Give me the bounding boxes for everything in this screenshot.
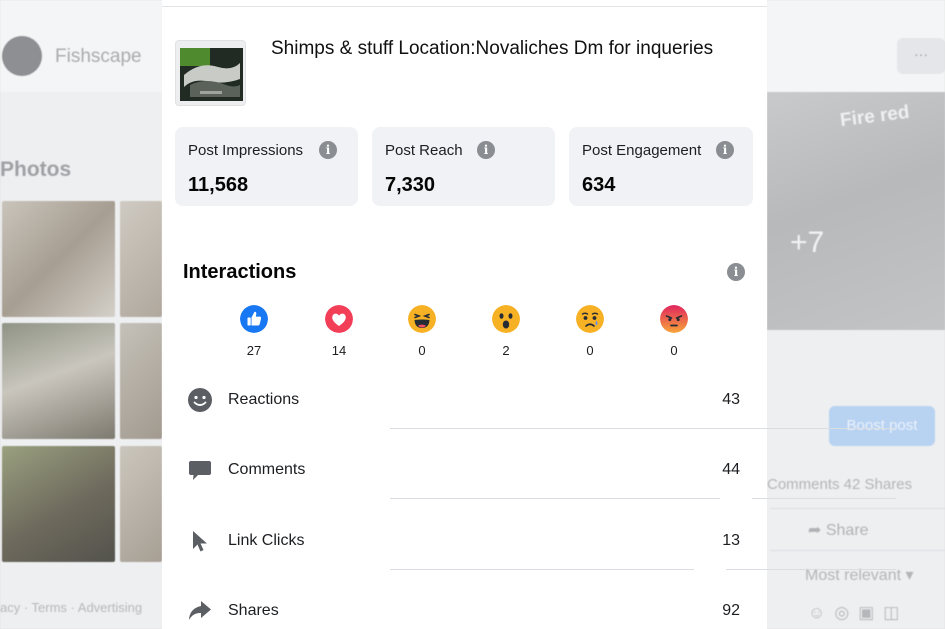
wow-icon <box>492 305 520 333</box>
reaction-haha: 0 <box>392 305 452 358</box>
stat-row-shares: Shares 92 <box>187 593 747 629</box>
stat-value: 43 <box>722 391 740 408</box>
cursor-icon <box>193 531 207 552</box>
angry-icon <box>660 305 688 333</box>
footer-links[interactable]: acy · Terms · Advertising <box>0 600 142 615</box>
gif-icon[interactable]: ▣ <box>858 603 883 622</box>
photo-thumbnail[interactable] <box>120 201 162 317</box>
haha-icon <box>408 305 436 333</box>
photo-thumbnail[interactable] <box>2 201 115 317</box>
info-icon[interactable]: i <box>319 141 337 159</box>
metric-value: 7,330 <box>385 174 436 196</box>
sticker-icon[interactable]: ◫ <box>883 603 908 622</box>
info-icon[interactable]: i <box>727 263 745 281</box>
post-title: Shimps & stuff Location:Novaliches Dm fo… <box>271 38 714 59</box>
divider <box>770 508 945 509</box>
sad-icon <box>576 305 604 333</box>
chevron-down-icon: ▾ <box>905 567 914 584</box>
emoji-icon[interactable]: ☺ <box>808 603 834 622</box>
smiley-icon <box>188 388 212 412</box>
comment-icon <box>189 461 211 480</box>
metric-card-engagement: Post Engagement i 634 <box>569 127 753 206</box>
stat-row-comments: Comments 44 <box>187 452 747 488</box>
photo-thumbnail[interactable] <box>2 323 115 439</box>
reaction-sad: 0 <box>560 305 620 358</box>
interactions-heading: Interactions <box>183 261 297 283</box>
share-icon: ➦ <box>808 522 822 539</box>
stat-label: Comments <box>228 461 306 478</box>
share-label: Share <box>825 522 869 539</box>
camera-icon[interactable]: ◎ <box>834 603 858 622</box>
reaction-count: 2 <box>502 343 510 358</box>
comment-sort-dropdown[interactable]: Most relevant ▾ <box>805 565 914 585</box>
more-options-button[interactable]: ··· <box>897 38 945 74</box>
info-icon[interactable]: i <box>716 141 734 159</box>
photo-thumbnail[interactable] <box>120 446 162 562</box>
divider <box>390 569 694 570</box>
like-icon <box>240 305 268 333</box>
photos-heading: Photos <box>0 158 72 181</box>
reaction-count: 27 <box>246 343 262 358</box>
stat-value: 92 <box>722 602 740 619</box>
stat-row-reactions: Reactions 43 <box>187 382 747 418</box>
reaction-count: 0 <box>670 343 678 358</box>
metric-value: 11,568 <box>188 174 249 196</box>
photo-thumbnail[interactable] <box>2 446 115 562</box>
share-action[interactable]: ➦ Share <box>808 520 869 540</box>
divider <box>390 428 896 429</box>
page-avatar[interactable] <box>2 36 42 76</box>
stat-value: 13 <box>722 532 740 549</box>
boost-post-button[interactable]: Boost post <box>829 406 935 446</box>
divider <box>390 498 720 499</box>
post-insights-panel: Shimps & stuff Location:Novaliches Dm fo… <box>162 0 896 629</box>
reaction-like: 27 <box>224 305 284 358</box>
divider <box>752 498 896 499</box>
metric-label: Post Reach <box>385 142 463 159</box>
divider <box>162 6 767 7</box>
love-icon <box>325 305 353 333</box>
metric-label: Post Engagement <box>582 142 702 159</box>
reaction-love: 14 <box>309 305 369 358</box>
stat-label: Shares <box>228 602 279 619</box>
reaction-count: 0 <box>418 343 426 358</box>
page-name[interactable]: Fishscape <box>55 46 142 68</box>
divider <box>770 550 945 551</box>
stat-label: Link Clicks <box>228 532 305 549</box>
reaction-count: 14 <box>331 343 347 358</box>
divider <box>726 569 896 570</box>
metric-label: Post Impressions <box>188 142 304 159</box>
more-photos-count[interactable]: +7 <box>790 226 824 260</box>
metric-card-impressions: Post Impressions i 11,568 <box>175 127 358 206</box>
metric-value: 634 <box>582 174 616 196</box>
stat-label: Reactions <box>228 391 300 408</box>
stat-value: 44 <box>722 461 740 478</box>
comment-composer-icons: ☺◎▣◫ <box>808 603 908 623</box>
reaction-count: 0 <box>586 343 594 358</box>
reaction-wow: 2 <box>476 305 536 358</box>
post-thumbnail <box>175 40 246 106</box>
info-icon[interactable]: i <box>477 141 495 159</box>
share-icon <box>189 601 211 620</box>
engagement-summary[interactable]: Comments 42 Shares <box>767 476 912 493</box>
photo-thumbnail[interactable] <box>120 323 162 439</box>
post-thumbnail-image <box>176 41 245 105</box>
reaction-angry: 0 <box>644 305 704 358</box>
metric-card-reach: Post Reach i 7,330 <box>372 127 555 206</box>
stat-row-link-clicks: Link Clicks 13 <box>187 523 747 559</box>
